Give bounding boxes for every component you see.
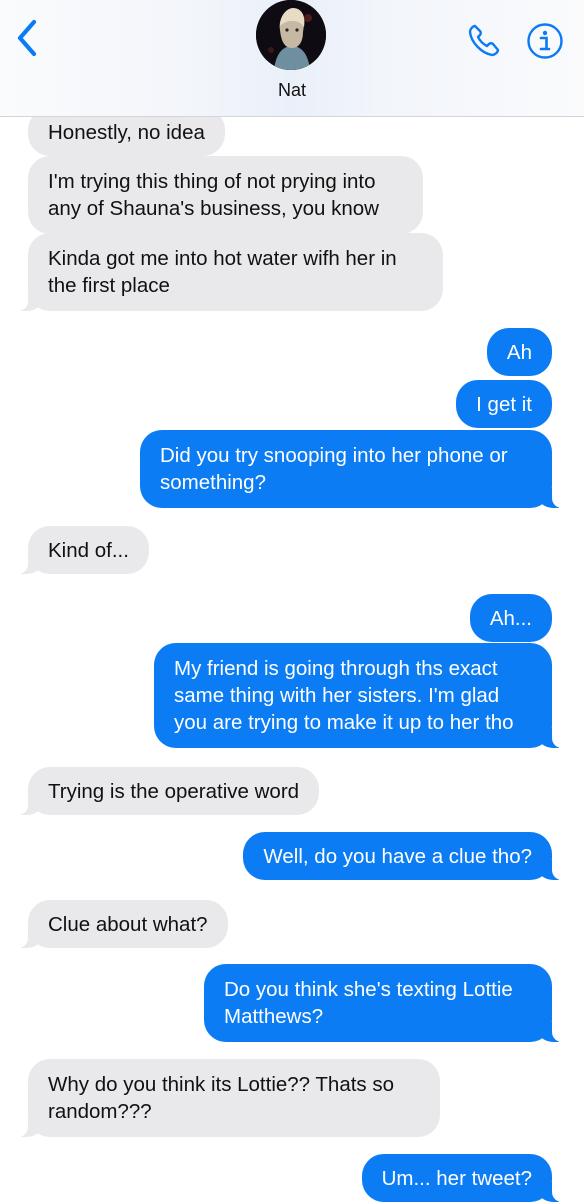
message-bubble-outgoing[interactable]: Do you think she's texting Lottie Matthe… (204, 964, 578, 1042)
chevron-left-icon (17, 19, 37, 57)
message-bubble-incoming[interactable]: Kinda got me into hot water wifh her in … (2, 233, 443, 311)
message-text: Kinda got me into hot water wifh her in … (48, 247, 397, 297)
message-bubble-outgoing[interactable]: I get it (456, 380, 552, 428)
message-bubble-outgoing[interactable]: Did you try snooping into her phone or s… (140, 430, 578, 508)
back-button[interactable] (12, 18, 42, 58)
message-text: Clue about what? (48, 912, 208, 936)
message-text: Honestly, no idea (48, 120, 205, 144)
message-text: I get it (476, 392, 532, 416)
info-icon (527, 23, 563, 59)
message-bubble-incoming[interactable]: I'm trying this thing of not prying into… (28, 156, 423, 234)
message-text: Ah... (489, 606, 532, 630)
message-text: Do you think she's texting Lottie Matthe… (224, 978, 513, 1028)
message-text: Why do you think its Lottie?? Thats so r… (48, 1073, 395, 1123)
message-text: Did you try snooping into her phone or s… (160, 444, 508, 494)
message-bubble-outgoing[interactable]: My friend is going through ths exact sam… (154, 643, 578, 748)
contact-name[interactable]: Nat (0, 80, 584, 101)
message-bubble-outgoing[interactable]: Um... her tweet? (361, 1154, 579, 1202)
message-bubble-incoming[interactable]: Clue about what? (2, 900, 228, 948)
info-button[interactable] (526, 22, 564, 60)
message-bubble-incoming[interactable]: Trying is the operative word (1, 767, 320, 815)
message-text: My friend is going through ths exact sam… (174, 657, 514, 734)
message-text: Well, do you have a clue tho? (263, 844, 532, 868)
message-text: Trying is the operative word (48, 779, 300, 803)
message-bubble-outgoing[interactable]: Well, do you have a clue tho? (243, 832, 578, 880)
message-text: Um... her tweet? (381, 1166, 532, 1190)
message-bubble-outgoing[interactable]: Ah... (469, 594, 552, 642)
message-text: Ah (506, 340, 532, 364)
message-bubble-outgoing[interactable]: Ah (486, 328, 552, 376)
message-text: I'm trying this thing of not prying into… (48, 170, 379, 220)
message-bubble-incoming[interactable]: Kind of... (2, 526, 149, 574)
conversation-header: Nat (0, 0, 584, 117)
phone-icon (468, 24, 500, 57)
call-button[interactable] (466, 20, 504, 60)
message-bubble-incoming[interactable]: Why do you think its Lottie?? Thats so r… (2, 1059, 440, 1137)
avatar-photo (256, 0, 326, 70)
contact-avatar[interactable] (256, 0, 326, 70)
message-text: Kind of... (48, 538, 129, 562)
